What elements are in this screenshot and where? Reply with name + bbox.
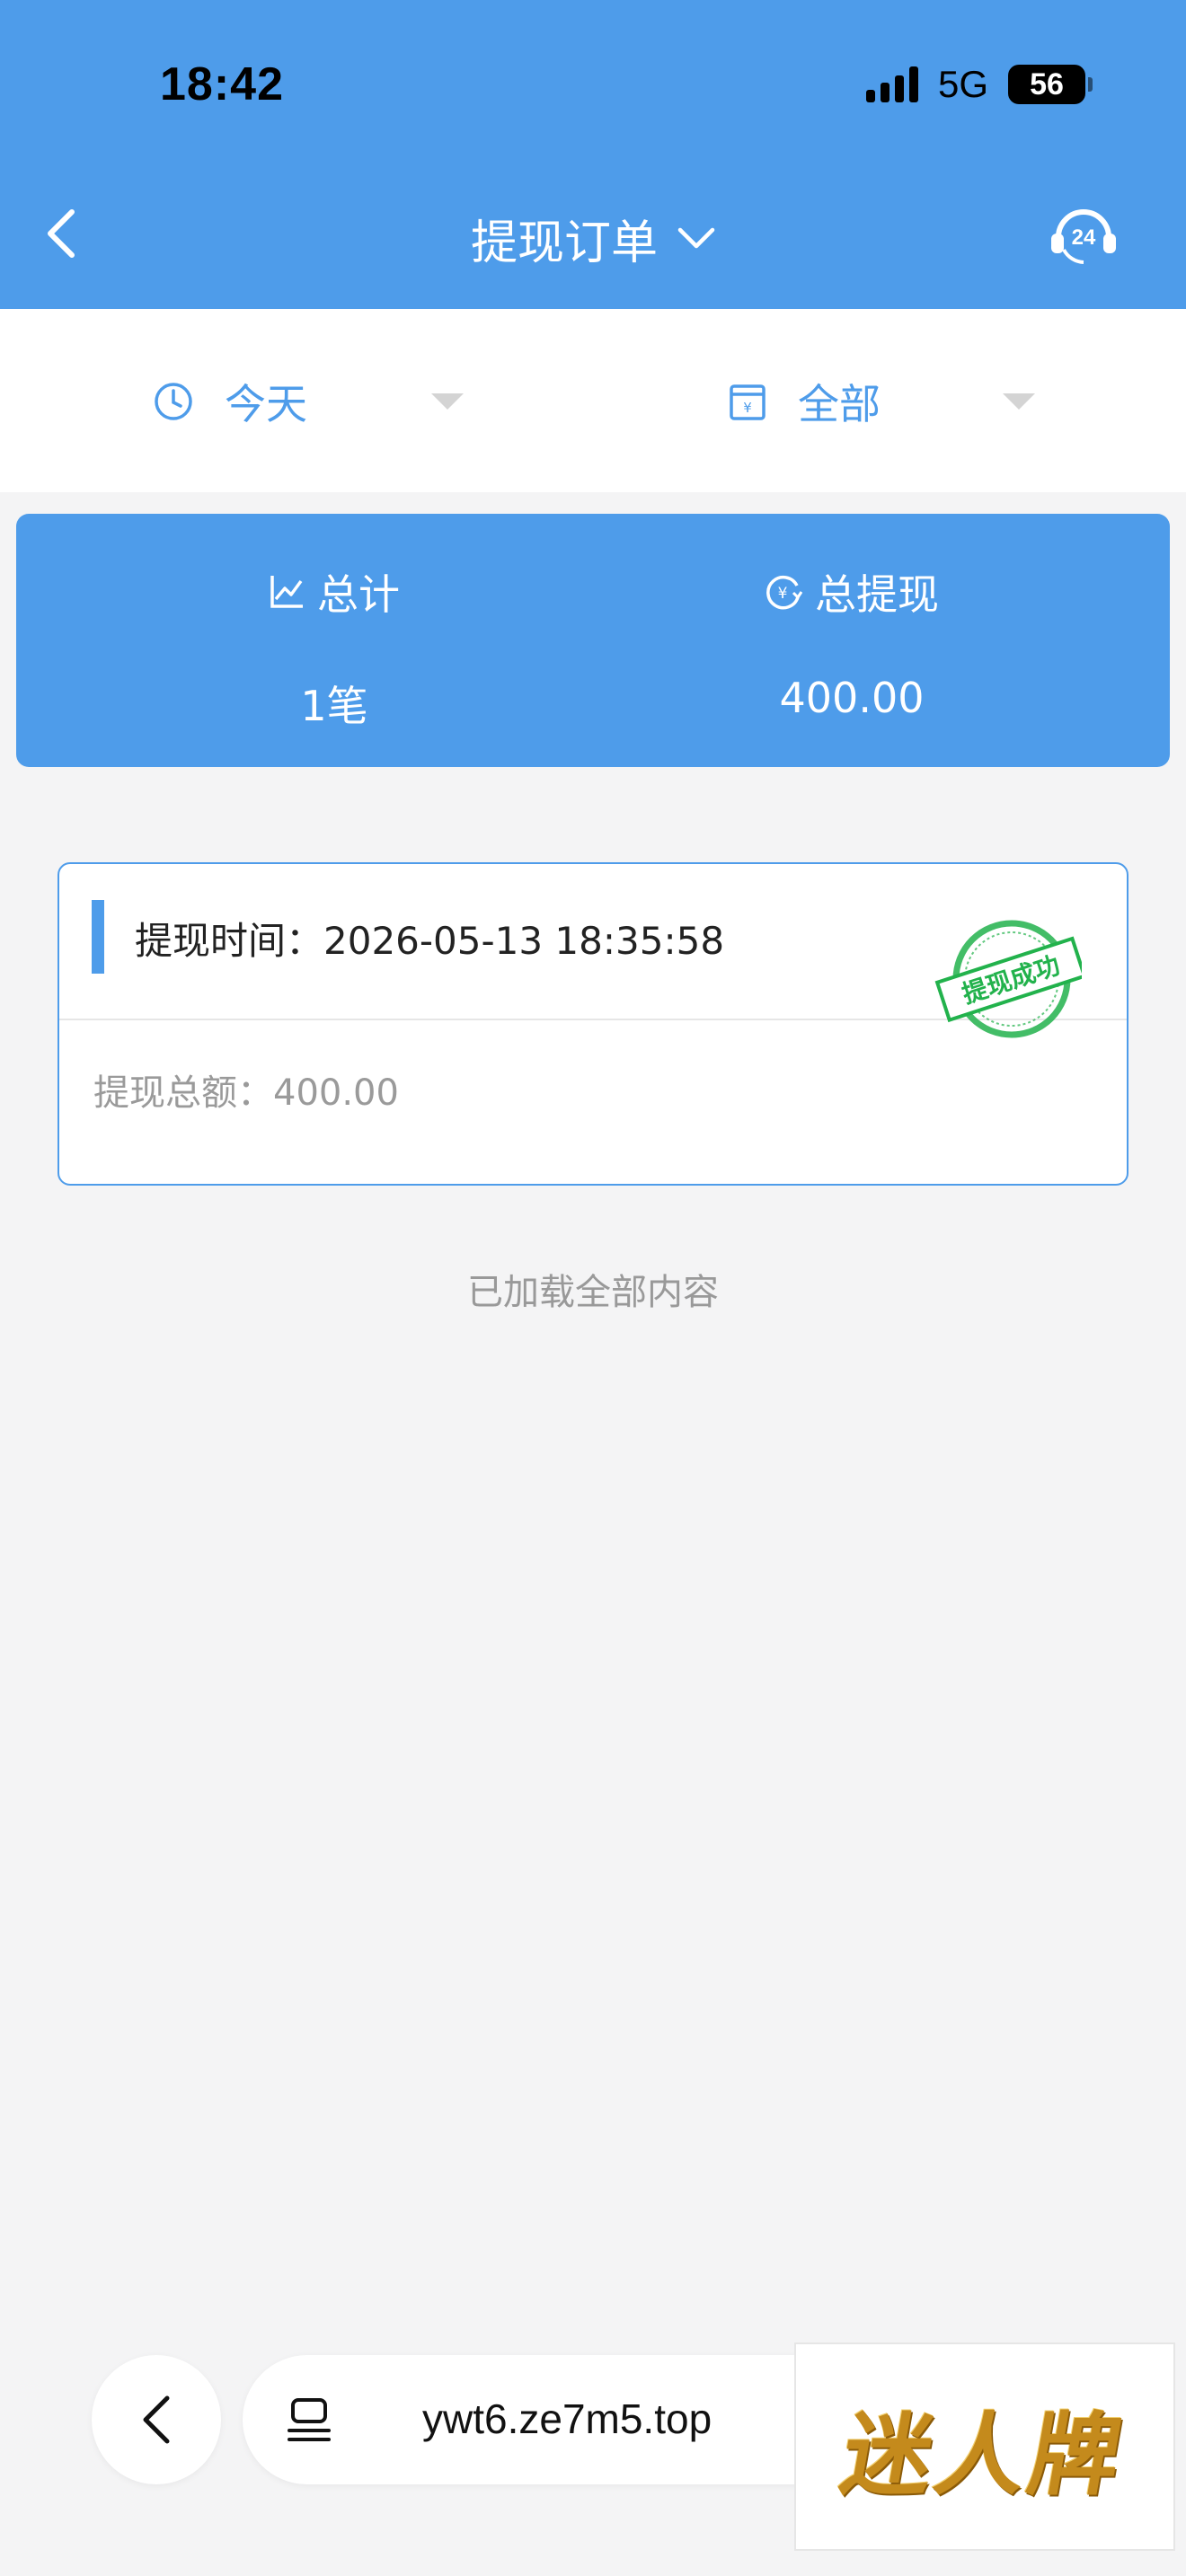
status-indicators: 5G 56 — [865, 63, 1093, 106]
summary-withdraw: ¥ 总提现 400.00 — [582, 562, 1121, 722]
svg-text:¥: ¥ — [743, 400, 752, 416]
date-filter[interactable]: 今天 — [153, 372, 464, 431]
status-filter[interactable]: ¥ 全部 — [728, 372, 1035, 431]
svg-text:¥: ¥ — [778, 585, 788, 603]
yen-circle-icon: ¥ — [766, 576, 802, 610]
chevron-left-icon — [143, 2395, 170, 2444]
title-dropdown[interactable]: 提现订单 — [0, 205, 1186, 272]
chevron-down-icon — [677, 227, 715, 248]
order-amount: 提现总额：400.00 — [93, 1072, 399, 1114]
signal-icon — [865, 66, 918, 102]
order-card[interactable]: 提现时间：2026-05-13 18:35:58 提现总额：400.00 提现成… — [58, 862, 1128, 1186]
network-label: 5G — [937, 63, 988, 105]
browser-back-button[interactable] — [92, 2355, 221, 2484]
caret-down-icon — [1003, 393, 1035, 410]
caret-down-icon — [431, 393, 464, 410]
filter-bar: 今天 ¥ 全部 — [0, 309, 1186, 492]
date-filter-label: 今天 — [225, 380, 307, 428]
logo-text: 迷人牌 — [834, 2401, 1133, 2508]
order-time: 提现时间：2026-05-13 18:35:58 — [135, 919, 725, 963]
line-chart-icon — [270, 576, 303, 608]
clock-icon — [155, 383, 192, 420]
url-text: ywt6.ze7m5.top — [422, 2395, 712, 2442]
summary-total-value: 1笔 — [300, 682, 368, 730]
summary-total: 总计 1笔 — [65, 562, 604, 733]
summary-total-label: 总计 — [317, 570, 400, 619]
page-title: 提现订单 — [470, 216, 658, 270]
list-end-text: 已加载全部内容 — [467, 1272, 719, 1313]
battery-icon: 56 — [1008, 65, 1093, 104]
battery-level: 56 — [1030, 66, 1064, 101]
status-filter-label: 全部 — [798, 380, 881, 428]
status-time: 18:42 — [160, 58, 284, 110]
svg-text:24: 24 — [1072, 225, 1096, 250]
success-stamp: 提现成功 — [934, 920, 1082, 1038]
support-24h-icon[interactable]: 24 — [1048, 199, 1120, 271]
app-header: 18:42 5G 56 提现订单 24 — [0, 0, 1186, 309]
calendar-icon: ¥ — [730, 384, 766, 420]
summary-withdraw-value: 400.00 — [779, 674, 925, 722]
page-menu-icon — [288, 2398, 331, 2441]
summary-card: 总计 1笔 ¥ 总提现 400.00 — [16, 514, 1170, 767]
brand-logo: 迷人牌 — [794, 2342, 1175, 2551]
summary-withdraw-label: 总提现 — [815, 570, 939, 619]
accent-bar — [92, 900, 104, 974]
